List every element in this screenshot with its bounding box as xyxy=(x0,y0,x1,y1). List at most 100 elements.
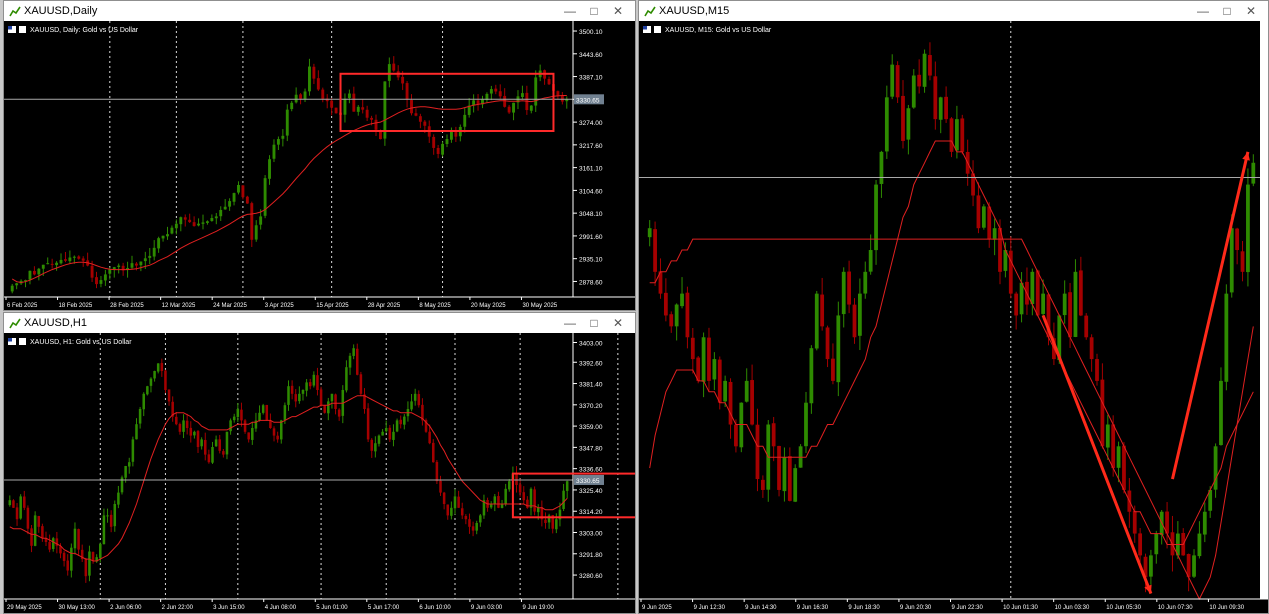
candle-body xyxy=(352,348,355,356)
candle-body xyxy=(134,263,138,266)
h1-chart[interactable]: 3403.00 3392.60 3381.40 3370.20 3359.00 3347.… xyxy=(4,333,635,613)
candle-body xyxy=(949,118,954,152)
candle-body xyxy=(167,389,171,402)
candle-body xyxy=(435,461,439,482)
candle-body xyxy=(312,66,316,79)
m15-chart-window[interactable]: XAUUSD,M15 — □ ✕ 9 Jun 2025 9 Jun 12:30 9 … xyxy=(638,0,1269,614)
close-button[interactable]: ✕ xyxy=(1240,3,1262,19)
candle-body xyxy=(73,528,77,549)
candle-body xyxy=(417,394,421,406)
minimize-button[interactable]: — xyxy=(559,315,581,331)
candle-body xyxy=(251,428,254,440)
candle-body xyxy=(992,228,997,240)
candle-body xyxy=(669,314,674,327)
candle-body xyxy=(544,519,547,523)
candle-body xyxy=(734,424,738,447)
daily-chart-window[interactable]: XAUUSD,Daily — □ ✕ 3500.10 3443.60 3387.10… xyxy=(3,0,636,311)
candle-body xyxy=(522,492,526,501)
candle-body xyxy=(323,405,326,413)
daily-chart-area[interactable]: 3500.103443.603387.103330.603274.003217.… xyxy=(4,21,635,310)
daily-chart[interactable]: 3500.103443.603387.103330.603274.003217.… xyxy=(4,21,635,310)
symbol-description: XAUUSD, Daily: Gold vs US Dollar xyxy=(30,27,139,34)
candle-body xyxy=(468,519,471,527)
time-tick-label: 18 Feb 2025 xyxy=(59,303,93,309)
candle-body xyxy=(374,443,377,452)
price-tick-label: 3387.10 xyxy=(579,75,603,82)
minimize-button[interactable]: — xyxy=(1192,3,1214,19)
candle-body xyxy=(418,116,422,122)
time-tick-label: 10 Jun 09:30 xyxy=(1209,605,1244,611)
h1-chart-area[interactable]: 3403.00 3392.60 3381.40 3370.20 3359.00 3347.… xyxy=(4,333,635,613)
candle-body xyxy=(361,107,365,110)
price-tick-label: 3274.00 xyxy=(579,120,603,127)
trade-icon xyxy=(19,338,26,345)
candle-body xyxy=(565,481,569,491)
flag-icon-canton xyxy=(8,338,12,342)
candle-body xyxy=(507,106,511,113)
daily-title-bar[interactable]: XAUUSD,Daily — □ ✕ xyxy=(4,1,635,21)
candle-body xyxy=(653,229,657,272)
candle-body xyxy=(1132,510,1137,534)
time-tick-label: 2 Jun 06:00 xyxy=(110,605,142,611)
candle-body xyxy=(414,113,418,116)
h1-window-title: XAUUSD,H1 xyxy=(24,317,87,329)
candle-body xyxy=(334,107,338,114)
candle-body xyxy=(113,504,117,527)
candle-body xyxy=(19,496,22,519)
candle-body xyxy=(901,95,905,141)
candle-body xyxy=(157,238,161,249)
candle-body xyxy=(1229,228,1234,293)
daily-window-title: XAUUSD,Daily xyxy=(24,5,98,17)
time-tick-label: 3 Apr 2025 xyxy=(265,303,295,309)
time-tick-label: 12 Mar 2025 xyxy=(162,303,196,309)
h1-chart-window[interactable]: XAUUSD,H1 — □ ✕ 3403.00 3392.60 3381.40 337… xyxy=(3,312,636,614)
candle-body xyxy=(203,440,207,455)
candle-body xyxy=(124,466,127,478)
maximize-button[interactable]: □ xyxy=(1216,3,1238,19)
candle-body xyxy=(1138,533,1143,556)
candle-body xyxy=(290,102,294,110)
candle-body xyxy=(895,65,900,98)
time-tick-label: 4 Jun 08:00 xyxy=(265,605,297,611)
h1-title-bar[interactable]: XAUUSD,H1 — □ ✕ xyxy=(4,313,635,333)
candle-body xyxy=(130,263,134,268)
candle-body xyxy=(874,184,878,251)
candle-body xyxy=(494,88,498,92)
candle-body xyxy=(272,144,276,159)
candle-body xyxy=(493,496,497,505)
time-tick-label: 2 Jun 22:00 xyxy=(162,605,194,611)
candle-body xyxy=(1116,446,1121,468)
candle-body xyxy=(91,551,95,561)
price-tick-label: 3291.80 xyxy=(579,552,603,559)
maximize-button[interactable]: □ xyxy=(583,3,605,19)
time-tick-label: 3 Jun 15:00 xyxy=(213,605,245,611)
candle-body xyxy=(175,416,178,425)
candle-body xyxy=(8,500,12,506)
m15-chart-area[interactable]: 9 Jun 2025 9 Jun 12:30 9 Jun 14:30 9 Jun 16… xyxy=(639,21,1268,613)
m15-chart[interactable]: 9 Jun 2025 9 Jun 12:30 9 Jun 14:30 9 Jun 16… xyxy=(639,21,1268,613)
candle-body xyxy=(938,97,943,120)
candle-body xyxy=(1251,162,1256,184)
candle-body xyxy=(475,523,478,531)
m15-title-bar[interactable]: XAUUSD,M15 — □ ✕ xyxy=(639,1,1268,21)
candle-body xyxy=(81,258,85,261)
price-tick-label: 2878.60 xyxy=(579,279,603,286)
candle-body xyxy=(771,423,776,447)
candle-body xyxy=(981,206,986,228)
close-button[interactable]: ✕ xyxy=(607,315,629,331)
candle-body xyxy=(529,105,533,111)
minimize-button[interactable]: — xyxy=(559,3,581,19)
candle-body xyxy=(533,489,536,512)
candle-body xyxy=(219,209,223,217)
candle-body xyxy=(303,91,307,100)
candle-body xyxy=(879,151,884,184)
candle-body xyxy=(1197,533,1202,557)
candle-body xyxy=(127,462,131,467)
candle-body xyxy=(261,405,265,413)
candle-body xyxy=(352,93,356,112)
maximize-button[interactable]: □ xyxy=(583,315,605,331)
close-button[interactable]: ✕ xyxy=(607,3,629,19)
candle-body xyxy=(356,348,359,375)
candle-body xyxy=(343,98,347,115)
candle-body xyxy=(744,380,749,402)
